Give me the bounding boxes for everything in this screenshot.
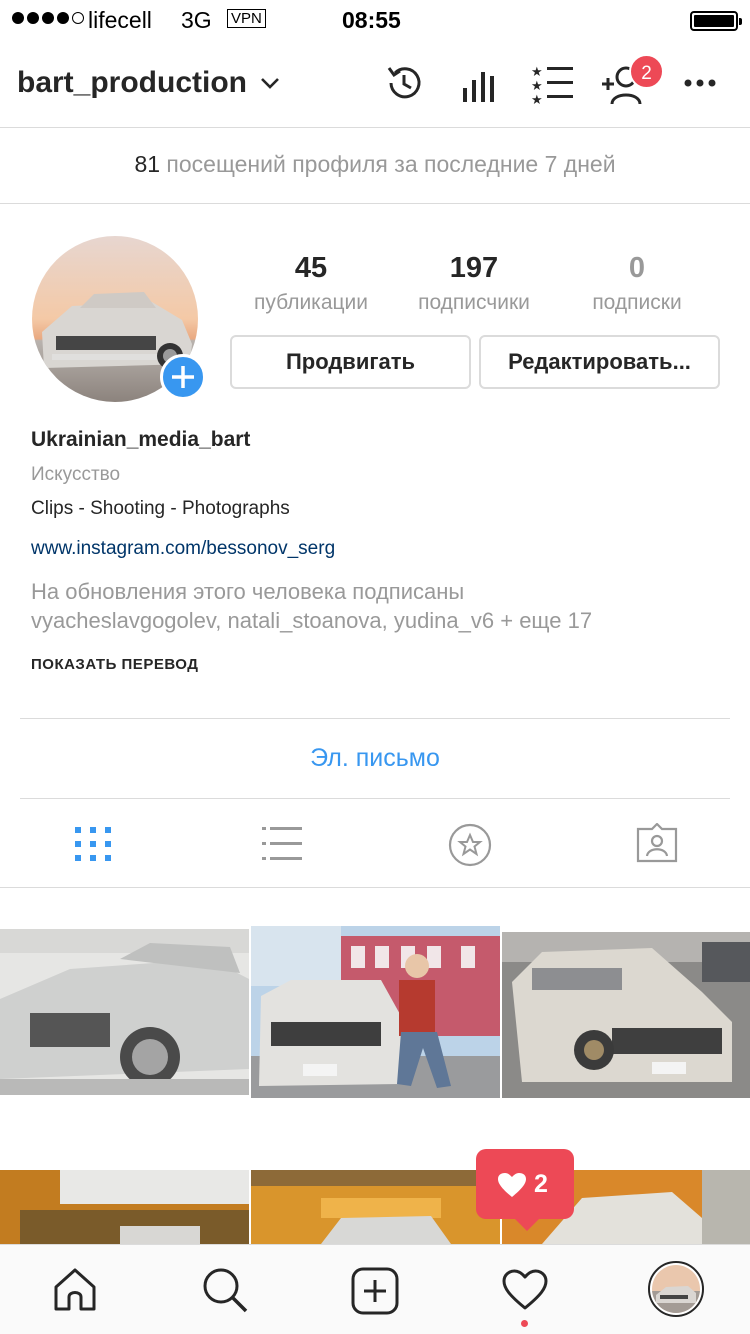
stat-followers-value: 197 [449, 252, 499, 284]
bottom-tab-bar [0, 1244, 750, 1334]
followed-by-text[interactable]: На обновления этого человека подписаны v… [31, 577, 721, 635]
grid-view-icon[interactable] [74, 826, 112, 862]
post-thumbnail[interactable] [0, 929, 249, 1095]
profile-view-tabs [0, 799, 750, 888]
visits-count: 81 [134, 151, 161, 177]
visits-text: посещений профиля за последние 7 дней [166, 151, 616, 177]
profile-bio: Clips - Shooting - Photographs [31, 498, 290, 519]
plus-icon [172, 366, 194, 388]
activity-likes-popup[interactable]: 2 [476, 1149, 574, 1231]
saved-star-icon[interactable] [448, 823, 492, 867]
svg-text:★: ★ [531, 78, 543, 93]
account-switcher-username[interactable]: bart_production [17, 66, 247, 100]
status-time: 08:55 [342, 7, 401, 33]
profile-visits-banner[interactable]: 81 посещений профиля за последние 7 дней [0, 128, 750, 204]
add-story-button[interactable] [160, 354, 206, 400]
carrier-name: lifecell [88, 7, 152, 33]
activity-likes-count: 2 [534, 1170, 548, 1198]
activity-indicator-dot [521, 1320, 528, 1327]
promote-button[interactable]: Продвигать [230, 335, 471, 389]
activity-heart-icon[interactable] [502, 1269, 548, 1311]
vpn-indicator: VPN [227, 9, 266, 28]
chevron-down-icon[interactable] [260, 76, 280, 90]
close-friends-list-icon[interactable]: ★ ★ ★ [531, 62, 575, 104]
profile-name: Ukrainian_media_bart [31, 428, 251, 451]
show-translation-link[interactable]: ПОКАЗАТЬ ПЕРЕВОД [31, 656, 198, 673]
svg-text:★: ★ [531, 92, 543, 104]
stat-followers[interactable]: 197 подписчики [404, 252, 544, 315]
stat-posts[interactable]: 45 публикации [243, 252, 379, 315]
followed-by-line-2: vyacheslavgogolev, natali_stoanova, yudi… [31, 608, 593, 633]
edit-profile-button[interactable]: Редактировать... [479, 335, 720, 389]
more-options-icon[interactable] [683, 78, 717, 88]
stat-posts-value: 45 [294, 252, 328, 284]
heart-filled-icon [498, 1173, 526, 1197]
post-thumbnail[interactable] [251, 926, 500, 1098]
tagged-photos-icon[interactable] [636, 823, 678, 863]
followed-by-line-1: На обновления этого человека подписаны [31, 579, 465, 604]
profile-website-link[interactable]: www.instagram.com/bessonov_serg [31, 538, 335, 560]
post-thumbnail[interactable] [0, 1170, 249, 1244]
stat-posts-label: публикации [254, 291, 368, 314]
battery-icon [690, 11, 742, 31]
svg-text:★: ★ [531, 64, 543, 79]
network-type: 3G [181, 7, 212, 33]
archive-history-icon[interactable] [383, 62, 425, 104]
email-contact-button[interactable]: Эл. письмо [0, 719, 750, 798]
insights-chart-icon[interactable] [460, 62, 498, 104]
search-icon[interactable] [202, 1267, 248, 1313]
stat-followers-label: подписчики [418, 291, 530, 314]
stat-following-value: 0 [628, 252, 646, 284]
list-view-icon[interactable] [262, 826, 302, 862]
profile-category: Искусство [31, 464, 121, 485]
post-thumbnail[interactable] [251, 1170, 500, 1244]
new-post-icon[interactable] [351, 1267, 399, 1315]
stat-following[interactable]: 0 подписки [578, 252, 696, 315]
post-thumbnail[interactable] [502, 932, 750, 1098]
notification-badge: 2 [629, 54, 664, 89]
profile-header: bart_production ★ ★ ★ 2 [0, 40, 750, 128]
stat-following-label: подписки [592, 291, 682, 314]
signal-strength-icon [12, 12, 84, 24]
profile-tab-avatar[interactable] [648, 1261, 704, 1317]
home-icon[interactable] [53, 1267, 97, 1311]
status-bar: lifecell 3G VPN 08:55 [0, 0, 750, 40]
